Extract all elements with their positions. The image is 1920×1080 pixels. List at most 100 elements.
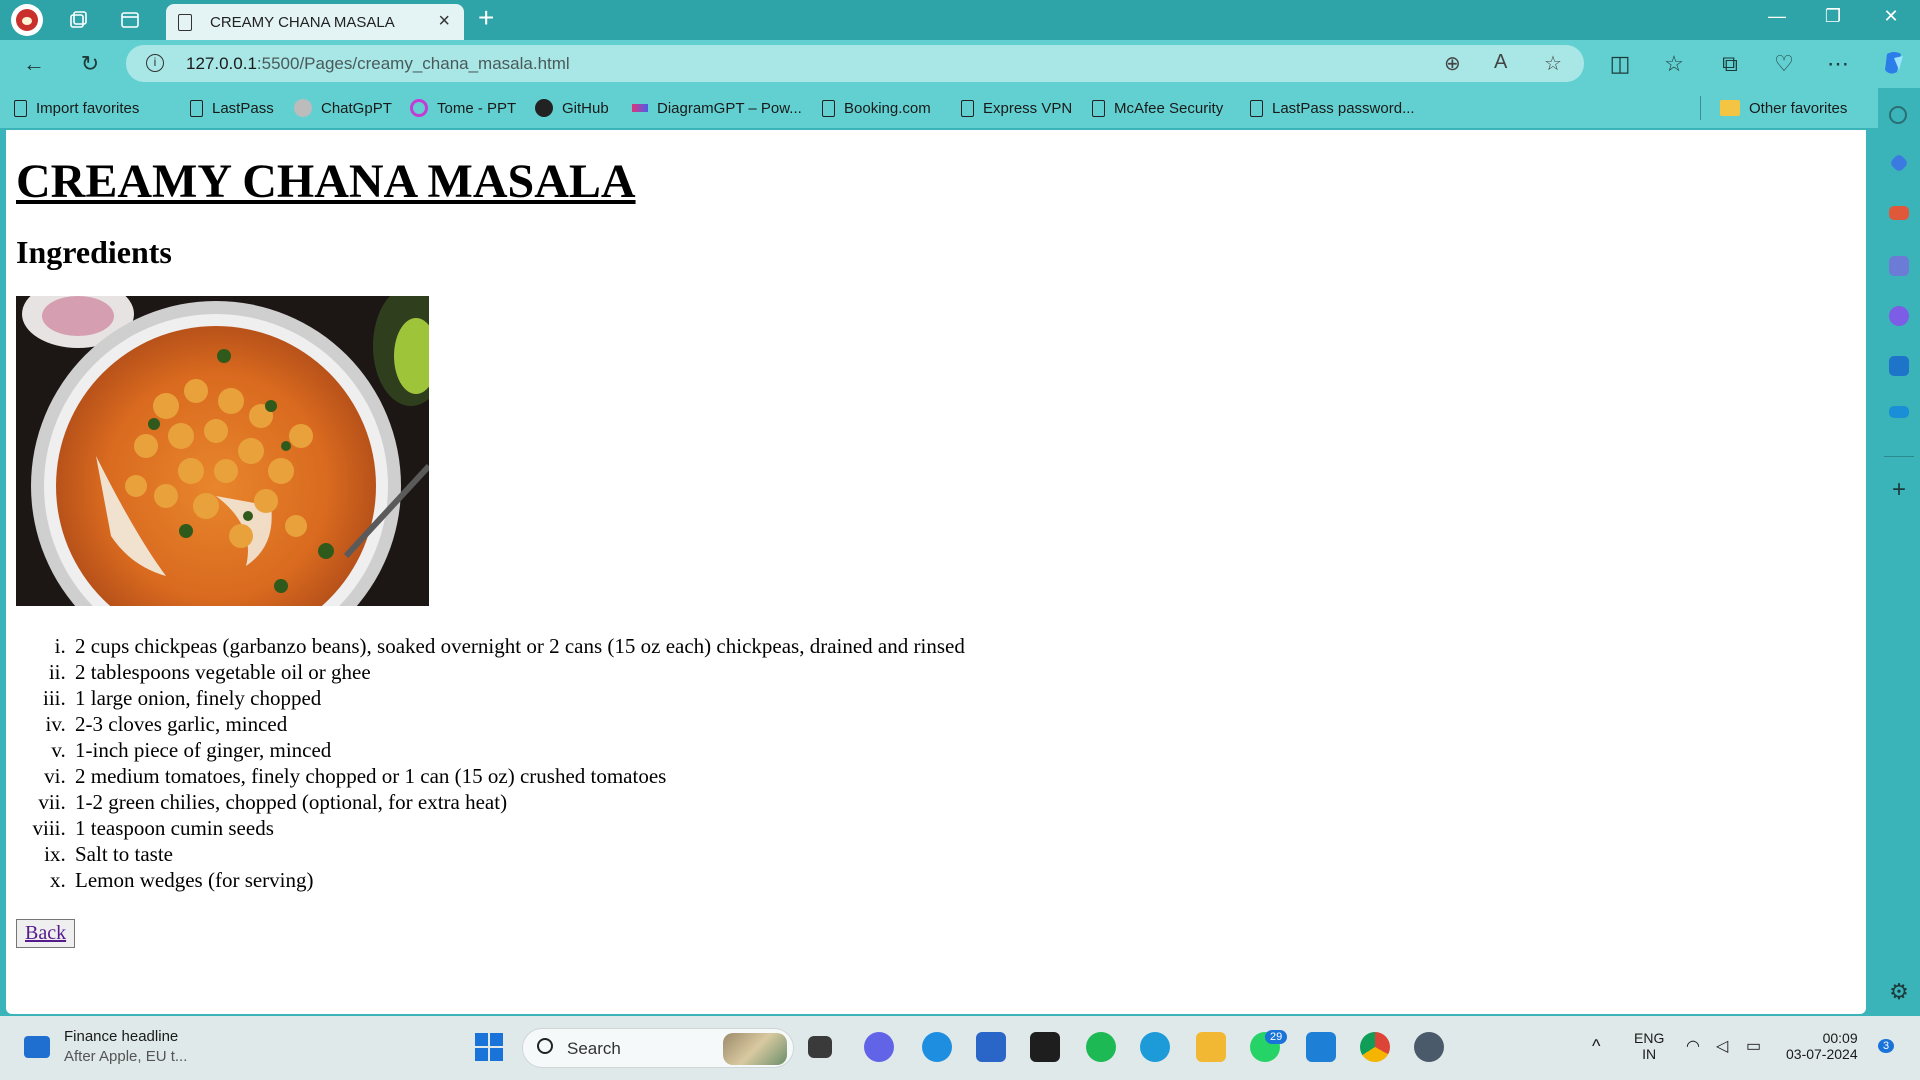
- document-icon: [178, 14, 192, 31]
- zoom-icon[interactable]: ⊕: [1444, 51, 1461, 76]
- fav-import-favorites[interactable]: Import favorites: [14, 98, 139, 118]
- notification-badge[interactable]: 3: [1878, 1039, 1895, 1053]
- github-icon: [535, 99, 553, 117]
- fav-label: ChatGpPT: [321, 99, 392, 117]
- workspaces-icon[interactable]: [64, 6, 92, 34]
- fav-label: Booking.com: [844, 99, 931, 117]
- wifi-icon[interactable]: ◠: [1686, 1036, 1700, 1056]
- collections-icon[interactable]: ⧉: [1716, 50, 1744, 78]
- start-button[interactable]: [474, 1032, 504, 1062]
- tab-actions-icon[interactable]: [116, 6, 144, 34]
- ingredient-item: 2 tablespoons vegetable oil or ghee: [71, 659, 1856, 685]
- copilot-sidebar-icon[interactable]: [1889, 306, 1909, 326]
- fav-chatgpt[interactable]: ChatGpPT: [294, 98, 392, 118]
- site-info-icon[interactable]: i: [146, 54, 164, 72]
- figma-icon[interactable]: [1030, 1032, 1060, 1062]
- navigation-bar: ← ↻ i 127.0.0.1:5500/Pages/creamy_chana_…: [0, 40, 1920, 88]
- microsoft-store-icon[interactable]: [976, 1032, 1006, 1062]
- add-icon[interactable]: +: [1889, 478, 1909, 502]
- read-aloud-icon[interactable]: A: [1494, 51, 1507, 74]
- fav-label: Tome - PPT: [437, 99, 517, 117]
- news-icon: [24, 1036, 50, 1058]
- import-icon: [14, 99, 27, 117]
- tools-icon[interactable]: [1889, 206, 1909, 220]
- fav-label: Import favorites: [36, 99, 140, 117]
- ingredient-item: Salt to taste: [71, 841, 1856, 867]
- news-title: Finance headline: [64, 1028, 179, 1045]
- language-indicator[interactable]: ENG IN: [1634, 1030, 1664, 1062]
- document-icon: [961, 99, 974, 117]
- fav-mcafee[interactable]: McAfee Security: [1092, 98, 1223, 118]
- profile-avatar[interactable]: [11, 4, 43, 36]
- ingredient-item: Lemon wedges (for serving): [71, 867, 1856, 893]
- back-button[interactable]: Back: [16, 918, 76, 948]
- browser-essentials-icon[interactable]: ♡: [1770, 50, 1798, 78]
- lang-bottom: IN: [1642, 1046, 1657, 1062]
- split-screen-icon[interactable]: ◫: [1606, 50, 1634, 78]
- show-hidden-icons[interactable]: ^: [1592, 1036, 1600, 1057]
- edge-icon[interactable]: [1140, 1032, 1170, 1062]
- ingredient-item: 2 medium tomatoes, finely chopped or 1 c…: [71, 763, 1856, 789]
- settings-gear-icon[interactable]: ⚙: [1889, 981, 1909, 1003]
- games-icon[interactable]: [1889, 256, 1909, 276]
- diagramgpt-icon: [632, 104, 648, 112]
- url-text[interactable]: 127.0.0.1:5500/Pages/creamy_chana_masala…: [186, 54, 570, 74]
- copilot-icon[interactable]: [1880, 50, 1908, 78]
- spotify-icon[interactable]: [1086, 1032, 1116, 1062]
- favorites-divider: [1700, 96, 1701, 120]
- document-icon: [1250, 99, 1263, 117]
- fav-booking[interactable]: Booking.com: [822, 98, 931, 118]
- fav-lastpass-password[interactable]: LastPass password...: [1250, 98, 1415, 118]
- refresh-icon[interactable]: ↻: [76, 50, 104, 78]
- task-view-icon[interactable]: [808, 1036, 832, 1058]
- fav-lastpass[interactable]: LastPass: [190, 98, 274, 118]
- fav-label: GitHub: [562, 99, 609, 117]
- favorites-bar: Import favorites LastPass ChatGpPT Tome …: [0, 88, 1878, 128]
- new-tab-button[interactable]: +: [478, 2, 494, 34]
- page-title: CREAMY CHANA MASALA: [16, 155, 636, 208]
- news-subtitle: After Apple, EU t...: [64, 1048, 188, 1065]
- favorites-icon[interactable]: ☆: [1660, 50, 1688, 78]
- battery-icon[interactable]: ▭: [1746, 1036, 1761, 1056]
- search-icon[interactable]: [1889, 106, 1907, 124]
- clock-time: 00:09: [1822, 1030, 1858, 1046]
- app-icon[interactable]: [1414, 1032, 1444, 1062]
- tome-icon: [410, 99, 428, 117]
- send-icon[interactable]: [1889, 406, 1909, 418]
- whatsapp-badge: 29: [1265, 1030, 1288, 1044]
- news-widget[interactable]: Finance headline After Apple, EU t...: [24, 1028, 187, 1065]
- outlook-icon[interactable]: [1889, 356, 1909, 376]
- fav-github[interactable]: GitHub: [535, 98, 609, 118]
- taskbar-search-box[interactable]: Search: [522, 1028, 794, 1068]
- ingredient-item: 2 cups chickpeas (garbanzo beans), soake…: [71, 633, 1856, 659]
- file-explorer-icon[interactable]: [1196, 1032, 1226, 1062]
- more-options-icon[interactable]: ⋯: [1824, 50, 1852, 78]
- active-tab[interactable]: CREAMY CHANA MASALA ×: [166, 4, 464, 40]
- address-bar[interactable]: i 127.0.0.1:5500/Pages/creamy_chana_masa…: [126, 45, 1584, 82]
- teams-meet-icon[interactable]: [864, 1032, 894, 1062]
- feedback-icon[interactable]: [922, 1032, 952, 1062]
- ingredient-item: 1 teaspoon cumin seeds: [71, 815, 1856, 841]
- favorite-star-icon[interactable]: ☆: [1544, 51, 1562, 76]
- fav-label: LastPass password...: [1272, 99, 1415, 117]
- ingredient-item: 1-2 green chilies, chopped (optional, fo…: [71, 789, 1856, 815]
- fav-diagramgpt[interactable]: DiagramGPT – Pow...: [632, 98, 802, 118]
- title-bar: CREAMY CHANA MASALA × + — ❐ ✕: [0, 0, 1920, 40]
- ingredient-item: 1-inch piece of ginger, minced: [71, 737, 1856, 763]
- ingredient-item: 1 large onion, finely chopped: [71, 685, 1856, 711]
- restore-button[interactable]: ❐: [1818, 6, 1848, 27]
- vscode-icon[interactable]: [1306, 1032, 1336, 1062]
- chrome-icon[interactable]: [1360, 1032, 1390, 1062]
- back-arrow-icon[interactable]: ←: [20, 50, 48, 78]
- fav-tome[interactable]: Tome - PPT: [410, 98, 516, 118]
- close-window-button[interactable]: ✕: [1876, 6, 1906, 27]
- fav-express-vpn[interactable]: Express VPN: [961, 98, 1072, 118]
- volume-icon[interactable]: ◁: [1716, 1036, 1728, 1056]
- shopping-icon[interactable]: [1889, 153, 1909, 173]
- close-tab-icon[interactable]: ×: [438, 10, 450, 33]
- clock[interactable]: 00:09 03-07-2024: [1786, 1030, 1858, 1062]
- edge-sidebar: + ⚙: [1878, 88, 1920, 1016]
- fav-other-favorites[interactable]: Other favorites: [1720, 98, 1847, 118]
- chana-masala-image: [16, 295, 429, 606]
- minimize-button[interactable]: —: [1762, 6, 1792, 27]
